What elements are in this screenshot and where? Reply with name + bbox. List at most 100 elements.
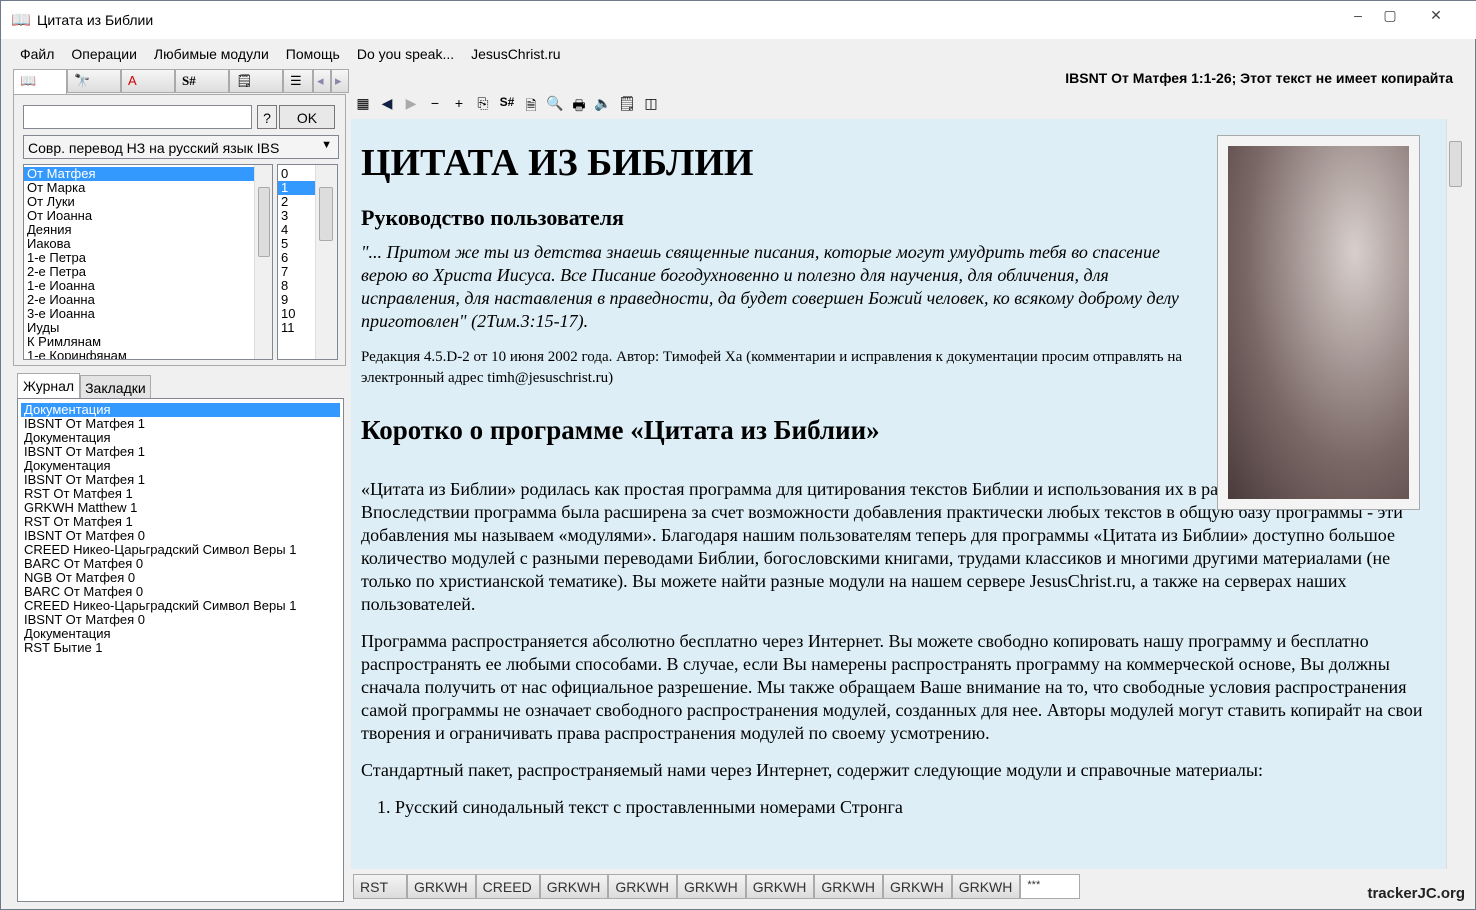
book-item[interactable]: 2-е Иоанна [24,293,272,307]
search-input[interactable] [23,105,252,129]
zoom-in-icon[interactable]: + [449,95,469,119]
book-item[interactable]: К Римлянам [24,335,272,349]
book-item[interactable]: От Иоанна [24,209,272,223]
sync-icon[interactable]: ▦ [353,95,373,119]
history-item[interactable]: Документация [21,403,340,417]
print-icon[interactable]: 🖶 [569,95,589,119]
book-item[interactable]: 1-е Петра [24,251,272,265]
history-item[interactable]: IBSNT От Матфея 0 [21,613,340,627]
module-select-value: Совр. перевод НЗ на русский язык IBS [28,140,279,156]
module-tabs: RSTGRKWHCREEDGRKWHGRKWHGRKWHGRKWHGRKWHGR… [353,874,1080,899]
content-scrollbar[interactable] [1446,119,1464,869]
history-item[interactable]: GRKWH Matthew 1 [21,501,340,515]
book-item[interactable]: От Луки [24,195,272,209]
history-item[interactable]: BARC От Матфея 0 [21,585,340,599]
list-icon: ☰ [290,73,302,88]
history-item[interactable]: IBSNT От Матфея 1 [21,417,340,431]
history-item[interactable]: IBSNT От Матфея 1 [21,473,340,487]
text-icon: A [128,73,137,88]
history-item[interactable]: RST Бытие 1 [21,641,340,655]
book-item[interactable]: 1-е Иоанна [24,279,272,293]
app-icon: 📖 [11,10,31,30]
tab-properties[interactable]: 🗒 [229,69,283,93]
module-tab[interactable]: GRKWH [952,874,1021,899]
tab-strong[interactable]: S# [175,69,229,93]
copy-icon[interactable]: ⎘ [473,95,493,119]
history-item[interactable]: CREED Никео-Царьградский Символ Веры 1 [21,599,340,613]
strong-icon: S# [182,73,196,88]
menu-operations[interactable]: Операции [62,43,145,67]
doc-edition: Редакция 4.5.D-2 от 10 июня 2002 года. А… [361,347,1191,389]
book-list-scrollbar[interactable] [254,165,272,359]
title-bar: 📖 Цитата из Библии ‒ ▢ ✕ [1,1,1476,39]
module-tab[interactable]: GRKWH [540,874,609,899]
book-item[interactable]: 1-е Коринфянам [24,349,272,360]
preview-icon[interactable]: 🔍 [545,95,565,119]
strong-numbers-icon[interactable]: S# [497,95,517,119]
list-item: 1. Русский синодальный текст с проставле… [361,796,1436,819]
help-button[interactable]: ? [257,105,277,129]
module-tab[interactable]: RST [353,874,407,899]
header-info: IBSNT От Матфея 1:1-26; Этот текст не им… [1065,70,1453,86]
tab-text[interactable]: A [121,69,175,93]
history-item[interactable]: IBSNT От Матфея 1 [21,445,340,459]
module-tab[interactable]: GRKWH [883,874,952,899]
history-item[interactable]: RST От Матфея 1 [21,487,340,501]
history-item[interactable]: BARC От Матфея 0 [21,557,340,571]
history-item[interactable]: IBSNT От Матфея 0 [21,529,340,543]
module-tab[interactable]: GRKWH [608,874,677,899]
tab-journal[interactable]: Журнал [17,373,80,401]
history-item[interactable]: Документация [21,459,340,473]
module-tab[interactable]: GRKWH [814,874,883,899]
left-tabs: 📖 🔭 A S# 🗒 ☰ ◂ ▸ [13,69,349,95]
menu-bar: Файл Операции Любимые модули Помощь Do y… [11,43,569,67]
document-icon[interactable]: 🗎 [521,95,541,119]
module-tab[interactable]: GRKWH [407,874,476,899]
tab-search[interactable]: 🔭 [67,69,121,93]
close-button[interactable]: ✕ [1419,7,1453,29]
properties-icon[interactable]: 🗒 [617,95,637,119]
module-tab[interactable]: GRKWH [746,874,815,899]
minimize-button[interactable]: ‒ [1341,7,1375,29]
book-icon: 📖 [20,73,36,88]
tab-scroll-right[interactable]: ▸ [331,69,349,93]
module-tab[interactable]: CREED [476,874,540,899]
maximize-button[interactable]: ▢ [1373,7,1407,29]
history-item[interactable]: RST От Матфея 1 [21,515,340,529]
back-icon[interactable]: ◀ [377,95,397,119]
module-tab[interactable]: *** [1020,874,1080,899]
book-item[interactable]: От Марка [24,181,272,195]
module-select[interactable]: Совр. перевод НЗ на русский язык IBS ▼ [23,135,339,159]
illustration-image [1217,135,1420,510]
speaker-icon[interactable]: 🔈 [593,95,613,119]
split-view-icon[interactable]: ◫ [641,95,661,119]
tab-books[interactable]: 📖 [13,69,67,95]
menu-file[interactable]: Файл [11,43,62,67]
book-list[interactable]: От МатфеяОт МаркаОт ЛукиОт ИоаннаДеянияИ… [23,164,273,360]
properties-icon: 🗒 [236,73,253,88]
history-item[interactable]: Документация [21,627,340,641]
history-list[interactable]: ДокументацияIBSNT От Матфея 1Документаци… [17,398,344,902]
forward-icon[interactable]: ▶ [401,95,421,119]
book-item[interactable]: 3-е Иоанна [24,307,272,321]
paragraph: Стандартный пакет, распространяемый нами… [361,759,1436,782]
book-item[interactable]: От Матфея [24,167,272,181]
history-item[interactable]: Документация [21,431,340,445]
chapter-list-scrollbar[interactable] [315,165,337,359]
doc-quote: "... Притом же ты из детства знаешь свящ… [361,241,1191,333]
tab-list[interactable]: ☰ [283,69,313,93]
menu-favorites[interactable]: Любимые модули [145,43,277,67]
module-tab[interactable]: GRKWH [677,874,746,899]
book-item[interactable]: Иакова [24,237,272,251]
book-item[interactable]: Иуды [24,321,272,335]
menu-help[interactable]: Помощь [277,43,348,67]
history-item[interactable]: NGB От Матфея 0 [21,571,340,585]
history-item[interactable]: CREED Никео-Царьградский Символ Веры 1 [21,543,340,557]
book-item[interactable]: 2-е Петра [24,265,272,279]
ok-button[interactable]: OK [279,105,335,129]
menu-do-you-speak[interactable]: Do you speak... [348,43,462,67]
menu-jesuschrist[interactable]: JesusChrist.ru [462,43,568,67]
tab-scroll-left[interactable]: ◂ [313,69,331,93]
book-item[interactable]: Деяния [24,223,272,237]
zoom-out-icon[interactable]: − [425,95,445,119]
